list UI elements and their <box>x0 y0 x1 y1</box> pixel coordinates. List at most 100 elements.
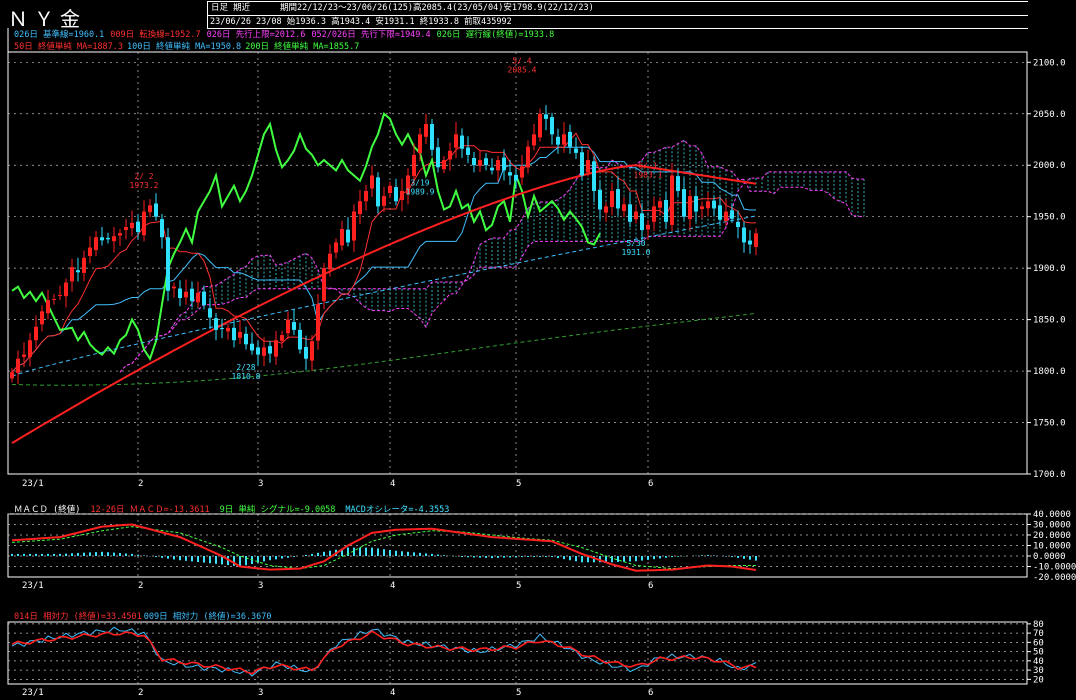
marker-value: 1810.8 <box>232 372 261 381</box>
y-tick-label: 1750.0 <box>1033 419 1066 429</box>
y-tick-label: 70 <box>1033 629 1044 639</box>
y-tick-label: 1700.0 <box>1033 470 1066 480</box>
candle-body <box>208 308 212 318</box>
x-tick-label: 6 <box>648 581 653 591</box>
marker-value: 1989.9 <box>406 188 435 197</box>
candle-body <box>568 131 572 147</box>
candle-body <box>376 177 380 207</box>
candle-body <box>496 160 500 171</box>
candle-body <box>562 134 566 145</box>
candle-body <box>574 148 578 153</box>
candle-body <box>682 189 686 217</box>
candle-body <box>322 268 326 302</box>
candle-body <box>124 226 128 231</box>
candle-body <box>46 300 50 314</box>
candle-body <box>670 175 674 225</box>
x-tick-label: 23/1 <box>22 581 44 591</box>
candle-body <box>304 346 308 359</box>
candle-body <box>334 242 338 253</box>
x-tick-label: 5 <box>516 479 521 489</box>
candle-body <box>658 201 662 208</box>
candle-body <box>16 358 20 373</box>
panel-frame <box>7 513 1028 578</box>
candle-body <box>694 196 698 212</box>
candle-body <box>436 147 440 168</box>
candle-body <box>28 340 32 358</box>
marker-value: 1973.2 <box>130 181 159 190</box>
candle-body <box>370 175 374 189</box>
candle-body <box>70 267 74 282</box>
macd-line <box>11 523 757 572</box>
candle-body <box>82 257 86 273</box>
candle-body <box>646 224 650 230</box>
panel-frame <box>7 621 1028 685</box>
candle-body <box>358 201 362 215</box>
candle-body <box>388 185 392 194</box>
x-tick-label: 5 <box>516 688 521 698</box>
y-tick-label: -10.0000 <box>1033 563 1076 573</box>
candle-body <box>256 347 260 355</box>
x-tick-label: 5 <box>516 581 521 591</box>
candle-body <box>430 124 434 150</box>
candle-body <box>484 158 488 166</box>
candle-body <box>172 286 176 289</box>
candle-body <box>652 206 656 222</box>
y-tick-label: 10.0000 <box>1033 542 1071 552</box>
y-tick-label: 80 <box>1033 620 1044 630</box>
ichimoku-cloud <box>173 140 865 328</box>
candle-body <box>136 221 140 233</box>
candle-body <box>286 319 290 334</box>
candle-body <box>718 205 722 220</box>
candle-body <box>514 174 518 181</box>
candle-body <box>538 113 542 138</box>
candle-body <box>274 340 278 357</box>
rsi14-line <box>11 630 757 675</box>
candle-body <box>700 206 704 210</box>
candle-body <box>328 253 332 270</box>
candle-body <box>742 227 746 243</box>
candle-body <box>214 318 218 330</box>
candle-body <box>394 187 398 202</box>
candle-body <box>64 282 68 297</box>
y-tick-label: 1800.0 <box>1033 367 1066 377</box>
x-tick-label: 3 <box>258 581 263 591</box>
candle-body <box>730 210 734 219</box>
candle-body <box>664 200 668 222</box>
marker-date: 5/30 <box>626 239 645 248</box>
candle-body <box>262 347 266 356</box>
candle-body <box>76 270 80 273</box>
ma200-line <box>11 312 757 386</box>
x-tick-label: 23/1 <box>22 479 44 489</box>
candle-body <box>424 124 428 137</box>
candle-body <box>88 247 92 257</box>
candle-body <box>598 189 602 210</box>
candle-body <box>418 134 422 154</box>
candle-body <box>154 203 158 217</box>
candle-body <box>238 331 242 338</box>
x-tick-label: 4 <box>390 688 395 698</box>
candle-body <box>706 201 710 209</box>
marker-date: 2/28 <box>236 363 255 372</box>
candle-body <box>724 211 728 222</box>
x-tick-label: 6 <box>648 479 653 489</box>
marker-value: 2085.4 <box>508 65 537 74</box>
candle-body <box>526 146 530 168</box>
candle-body <box>184 291 188 298</box>
candle-body <box>220 328 224 330</box>
candle-body <box>346 229 350 243</box>
candle-body <box>628 204 632 222</box>
y-tick-label: 20.0000 <box>1033 531 1071 541</box>
candle-body <box>586 160 590 173</box>
y-tick-label: 50 <box>1033 648 1044 658</box>
cloud-span-b <box>119 171 864 373</box>
marker-date: 3/19 <box>410 179 429 188</box>
candle-body <box>634 211 638 220</box>
candle-body <box>52 299 56 301</box>
candle-body <box>316 304 320 341</box>
candle-body <box>280 335 284 341</box>
candle-body <box>544 114 548 119</box>
candle-body <box>232 327 236 341</box>
candle-body <box>532 134 536 146</box>
candle-body <box>502 157 506 171</box>
marker-date: 6/ 1 <box>638 162 657 171</box>
